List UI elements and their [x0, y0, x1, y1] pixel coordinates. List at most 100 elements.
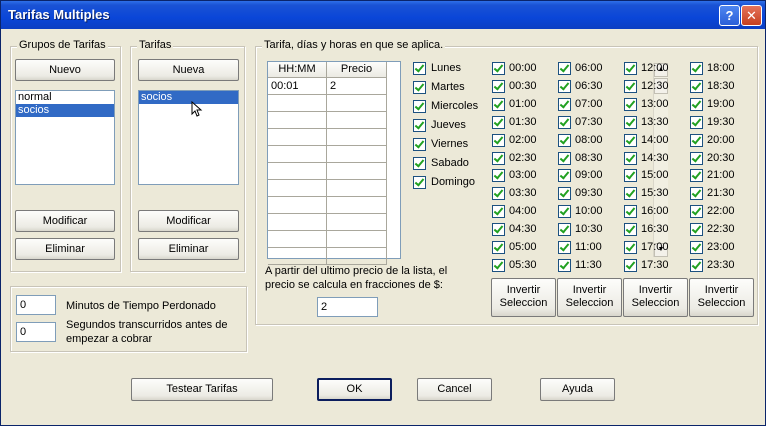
- grid-cell-time[interactable]: [268, 146, 327, 163]
- grid-cell-price[interactable]: 2: [327, 78, 387, 95]
- time-checkbox[interactable]: [624, 241, 637, 254]
- grid-cell-time[interactable]: [268, 112, 327, 129]
- grid-cell-time[interactable]: [268, 248, 327, 265]
- time-checkbox[interactable]: [558, 223, 571, 237]
- time-checkbox[interactable]: [624, 223, 637, 237]
- minutos-perdonado-input[interactable]: 0: [16, 295, 56, 315]
- price-grid[interactable]: HH:MM Precio 00:01 2 ▲ ▼: [267, 61, 668, 265]
- grid-cell-price[interactable]: [327, 95, 387, 112]
- time-checkbox[interactable]: [492, 151, 505, 165]
- time-checkbox[interactable]: [492, 133, 505, 147]
- grid-cell-time[interactable]: [268, 214, 327, 231]
- time-checkbox[interactable]: [558, 133, 571, 147]
- time-checkbox[interactable]: [624, 115, 637, 129]
- grupos-list-item[interactable]: normal: [16, 91, 114, 104]
- testear-tarifas-button[interactable]: Testear Tarifas: [131, 378, 273, 401]
- time-checkbox[interactable]: [558, 97, 571, 111]
- grid-cell-price[interactable]: [327, 248, 387, 265]
- time-checkbox[interactable]: [624, 258, 637, 272]
- time-checkbox[interactable]: [690, 115, 703, 129]
- time-checkbox[interactable]: [690, 258, 703, 272]
- time-checkbox[interactable]: [690, 133, 703, 147]
- grid-cell-time[interactable]: [268, 197, 327, 214]
- cancel-button[interactable]: Cancel: [417, 378, 492, 401]
- help-icon[interactable]: ?: [719, 5, 740, 26]
- time-checkbox[interactable]: [492, 169, 505, 183]
- grid-cell-price[interactable]: [327, 214, 387, 231]
- time-checkbox[interactable]: [690, 97, 703, 111]
- grid-cell-price[interactable]: [327, 180, 387, 197]
- grid-cell-price[interactable]: [327, 197, 387, 214]
- time-checkbox[interactable]: [690, 241, 703, 254]
- time-checkbox[interactable]: [690, 169, 703, 183]
- time-checkbox[interactable]: [690, 187, 703, 201]
- grid-cell-price[interactable]: [327, 129, 387, 146]
- ayuda-button[interactable]: Ayuda: [540, 378, 615, 401]
- time-checkbox[interactable]: [492, 205, 505, 219]
- time-checkbox[interactable]: [690, 205, 703, 219]
- ok-button[interactable]: OK: [317, 378, 392, 401]
- grupos-list[interactable]: normal socios: [15, 90, 115, 185]
- time-checkbox[interactable]: [558, 79, 571, 93]
- segundos-input[interactable]: 0: [16, 322, 56, 342]
- day-checkbox[interactable]: [413, 81, 426, 94]
- grid-cell-time[interactable]: [268, 129, 327, 146]
- time-checkbox[interactable]: [558, 187, 571, 201]
- time-checkbox[interactable]: [492, 187, 505, 201]
- time-checkbox[interactable]: [624, 151, 637, 165]
- grid-cell-price[interactable]: [327, 163, 387, 180]
- grid-cell-price[interactable]: [327, 146, 387, 163]
- time-checkbox[interactable]: [624, 97, 637, 111]
- tarifas-new-button[interactable]: Nueva: [138, 59, 239, 81]
- grupos-delete-button[interactable]: Eliminar: [15, 238, 115, 260]
- time-checkbox[interactable]: [492, 241, 505, 254]
- time-checkbox[interactable]: [492, 97, 505, 111]
- day-checkbox[interactable]: [413, 119, 426, 132]
- grid-cell-time[interactable]: [268, 163, 327, 180]
- time-checkbox[interactable]: [558, 169, 571, 183]
- time-checkbox[interactable]: [624, 133, 637, 147]
- day-checkbox[interactable]: [413, 157, 426, 170]
- grid-header-price[interactable]: Precio: [327, 62, 387, 78]
- time-checkbox[interactable]: [558, 151, 571, 165]
- time-checkbox[interactable]: [492, 62, 505, 75]
- invert-selection-button[interactable]: Invertir Seleccion: [623, 278, 688, 317]
- invert-selection-button[interactable]: Invertir Seleccion: [689, 278, 754, 317]
- close-icon[interactable]: ✕: [741, 5, 762, 26]
- grid-cell-time[interactable]: [268, 231, 327, 248]
- grid-cell-time[interactable]: 00:01: [268, 78, 327, 95]
- invert-selection-button[interactable]: Invertir Seleccion: [491, 278, 556, 317]
- grupos-new-button[interactable]: Nuevo: [15, 59, 115, 81]
- time-checkbox[interactable]: [690, 151, 703, 165]
- invert-selection-button[interactable]: Invertir Seleccion: [557, 278, 622, 317]
- time-checkbox[interactable]: [558, 115, 571, 129]
- title-bar[interactable]: Tarifas Multiples ? ✕: [1, 1, 765, 29]
- time-checkbox[interactable]: [492, 79, 505, 93]
- grid-cell-price[interactable]: [327, 112, 387, 129]
- time-checkbox[interactable]: [690, 223, 703, 237]
- grid-cell-time[interactable]: [268, 180, 327, 197]
- time-checkbox[interactable]: [624, 79, 637, 93]
- day-checkbox[interactable]: [413, 176, 426, 189]
- tarifas-modify-button[interactable]: Modificar: [138, 210, 239, 232]
- grid-cell-time[interactable]: [268, 95, 327, 112]
- time-checkbox[interactable]: [558, 62, 571, 75]
- time-checkbox[interactable]: [690, 62, 703, 75]
- time-checkbox[interactable]: [492, 258, 505, 272]
- time-checkbox[interactable]: [624, 205, 637, 219]
- grid-header-time[interactable]: HH:MM: [268, 62, 327, 78]
- time-checkbox[interactable]: [690, 79, 703, 93]
- time-checkbox[interactable]: [492, 223, 505, 237]
- time-checkbox[interactable]: [624, 187, 637, 201]
- tarifas-delete-button[interactable]: Eliminar: [138, 238, 239, 260]
- fraction-input[interactable]: 2: [317, 297, 378, 317]
- time-checkbox[interactable]: [558, 241, 571, 254]
- time-checkbox[interactable]: [558, 258, 571, 272]
- time-checkbox[interactable]: [624, 62, 637, 75]
- day-checkbox[interactable]: [413, 62, 426, 75]
- day-checkbox[interactable]: [413, 100, 426, 113]
- grid-cell-price[interactable]: [327, 231, 387, 248]
- time-checkbox[interactable]: [558, 205, 571, 219]
- grupos-list-item[interactable]: socios: [16, 104, 114, 117]
- time-checkbox[interactable]: [492, 115, 505, 129]
